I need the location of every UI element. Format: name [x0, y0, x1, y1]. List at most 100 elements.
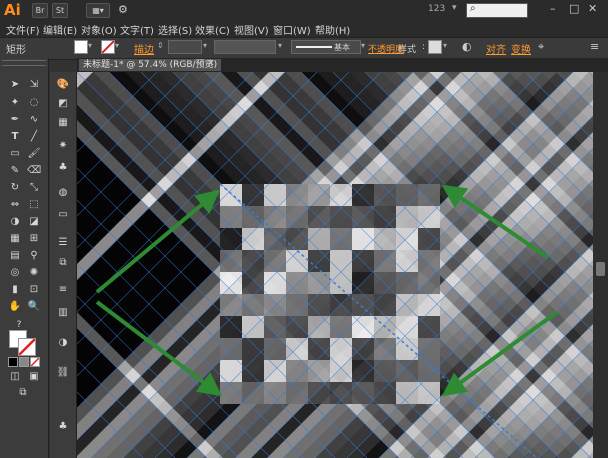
minimize-icon[interactable]: –	[550, 2, 556, 15]
recolor-artwork-icon[interactable]: ◐	[462, 40, 472, 53]
arrange-documents-icon[interactable]: ▦▾	[86, 3, 110, 18]
appearance-panel-icon[interactable]: ▭	[56, 208, 70, 222]
menu-view[interactable]: 视图(V)	[234, 22, 269, 37]
document-tab[interactable]: 未标题-1* @ 57.4% (RGB/预览)	[79, 59, 222, 71]
menu-type[interactable]: 文字(T)	[120, 22, 154, 37]
grid-cell	[352, 228, 374, 250]
fill-dropdown-icon[interactable]: ▾	[88, 41, 92, 50]
free-transform-tool-icon[interactable]: ⬚	[27, 198, 41, 212]
brushes-panel-icon[interactable]: ✷	[56, 139, 70, 153]
menu-window[interactable]: 窗口(W)	[273, 22, 311, 37]
bridge-icon[interactable]: Br	[32, 3, 48, 18]
workspace-dropdown-icon[interactable]: ▾	[452, 3, 457, 13]
none-mode-icon[interactable]	[30, 357, 40, 367]
lasso-tool-icon[interactable]: ◌	[27, 96, 41, 110]
app-logo: Ai	[4, 1, 21, 19]
swatches-panel-icon[interactable]: ▦	[56, 116, 70, 130]
menu-object[interactable]: 对象(O)	[81, 22, 117, 37]
curvature-tool-icon[interactable]: ∿	[27, 113, 41, 127]
stroke-swatch[interactable]	[101, 40, 115, 54]
align-label[interactable]: 对齐	[486, 41, 506, 56]
symbol-sprayer-tool-icon[interactable]: ✺	[27, 266, 41, 280]
stroke-weight-field[interactable]	[168, 40, 202, 54]
panel-menu-icon[interactable]: ≡	[590, 40, 599, 53]
close-document-icon[interactable]: ✕	[207, 59, 215, 69]
brush-dropdown-icon[interactable]: ▾	[361, 41, 365, 50]
paintbrush-tool-icon[interactable]: 🖌	[27, 147, 41, 161]
tools-panel-grip[interactable]	[2, 60, 46, 66]
hand-tool-icon[interactable]: ✋	[8, 300, 22, 314]
eraser-tool-icon[interactable]: ⌫	[27, 164, 41, 178]
grid-cell	[220, 206, 242, 228]
stroke-weight-stepper-icon[interactable]: ⇕	[157, 41, 164, 50]
perspective-grid-tool-icon[interactable]: ▦	[8, 232, 22, 246]
selection-tool-icon[interactable]: ➤	[8, 78, 22, 92]
scrollbar-thumb[interactable]	[596, 262, 605, 276]
artwork[interactable]	[77, 72, 593, 458]
stock-icon[interactable]: St	[52, 3, 68, 18]
pen-tool-icon[interactable]: ✒	[8, 113, 22, 127]
screen-mode-icon[interactable]: ▣	[27, 370, 41, 384]
color-guide-icon[interactable]: ◩	[56, 97, 70, 111]
eyedropper-tool-icon[interactable]: ⚲	[27, 249, 41, 263]
pathfinder-panel-icon[interactable]: ♣	[56, 420, 70, 434]
grid-cell	[330, 206, 352, 228]
column-graph-tool-icon[interactable]: ▮	[8, 283, 22, 297]
graphic-style-swatch[interactable]	[428, 40, 442, 54]
gradient-mode-icon[interactable]	[19, 357, 29, 367]
mesh-tool-icon[interactable]: ⊞	[27, 232, 41, 246]
rectangle-tool-icon[interactable]: ▭	[8, 147, 22, 161]
close-icon[interactable]: ✕	[588, 2, 597, 15]
grid-cell	[352, 294, 374, 316]
line-segment-tool-icon[interactable]: ╱	[27, 130, 41, 144]
maximize-icon[interactable]: □	[569, 2, 579, 15]
fill-swatch[interactable]	[74, 40, 88, 54]
symbols-panel-icon[interactable]: ♣	[56, 161, 70, 175]
grid-cell	[374, 294, 396, 316]
isolate-icon[interactable]: ⌖	[538, 40, 544, 54]
gradient-panel-icon[interactable]: ▥	[56, 306, 70, 320]
menu-edit[interactable]: 编辑(E)	[43, 22, 77, 37]
variable-width-profile[interactable]	[214, 40, 276, 54]
stroke-label[interactable]: 描边	[134, 41, 154, 56]
grid-cell	[220, 382, 242, 404]
stroke-panel-icon[interactable]: ≡	[56, 283, 70, 297]
artboards-panel-icon[interactable]: ⧉	[56, 256, 70, 270]
artboard-canvas[interactable]	[77, 72, 593, 458]
type-tool-icon[interactable]: T	[8, 130, 22, 144]
grid-cell	[418, 272, 440, 294]
menu-file[interactable]: 文件(F)	[6, 22, 40, 37]
change-screen-mode-icon[interactable]: ⧉	[16, 386, 30, 400]
gradient-tool-icon[interactable]: ▤	[8, 249, 22, 263]
scale-tool-icon[interactable]: ⤡	[27, 181, 41, 195]
menu-effect[interactable]: 效果(C)	[195, 22, 230, 37]
color-mode-icon[interactable]	[8, 357, 18, 367]
transform-label[interactable]: 变换	[511, 41, 531, 56]
rotate-tool-icon[interactable]: ↻	[8, 181, 22, 195]
transparency-panel-icon[interactable]: ◑	[56, 336, 70, 350]
zoom-tool-icon[interactable]: 🔍	[27, 300, 41, 314]
width-tool-icon[interactable]: ⇔	[8, 198, 22, 212]
links-panel-icon[interactable]: ⛓	[56, 366, 70, 380]
draw-mode-icon[interactable]: ◫	[8, 370, 22, 384]
stroke-weight-dropdown-icon[interactable]: ▾	[203, 41, 207, 50]
variable-width-dropdown-icon[interactable]: ▾	[278, 41, 282, 50]
shape-builder-tool-icon[interactable]: ◑	[8, 215, 22, 229]
blend-tool-icon[interactable]: ◎	[8, 266, 22, 280]
stroke-dropdown-icon[interactable]: ▾	[115, 41, 119, 50]
stroke-color-icon[interactable]	[18, 338, 36, 356]
shaper-tool-icon[interactable]: ✎	[8, 164, 22, 178]
menu-select[interactable]: 选择(S)	[158, 22, 192, 37]
grid-cell	[286, 294, 308, 316]
gpu-performance-icon[interactable]: ⚙	[118, 3, 128, 16]
menu-help[interactable]: 帮助(H)	[315, 22, 350, 37]
layers-panel-icon[interactable]: ☰	[56, 236, 70, 250]
brush-definition[interactable]	[291, 40, 361, 54]
live-paint-tool-icon[interactable]: ◪	[27, 215, 41, 229]
graphic-styles-panel-icon[interactable]: ◍	[56, 186, 70, 200]
direct-selection-tool-icon[interactable]: ⇲	[27, 78, 41, 92]
magic-wand-tool-icon[interactable]: ✦	[8, 96, 22, 110]
artboard-tool-icon[interactable]: ⊡	[27, 283, 41, 297]
graphic-style-dropdown-icon[interactable]: ▾	[443, 41, 447, 50]
color-panel-icon[interactable]: 🎨	[56, 78, 70, 92]
